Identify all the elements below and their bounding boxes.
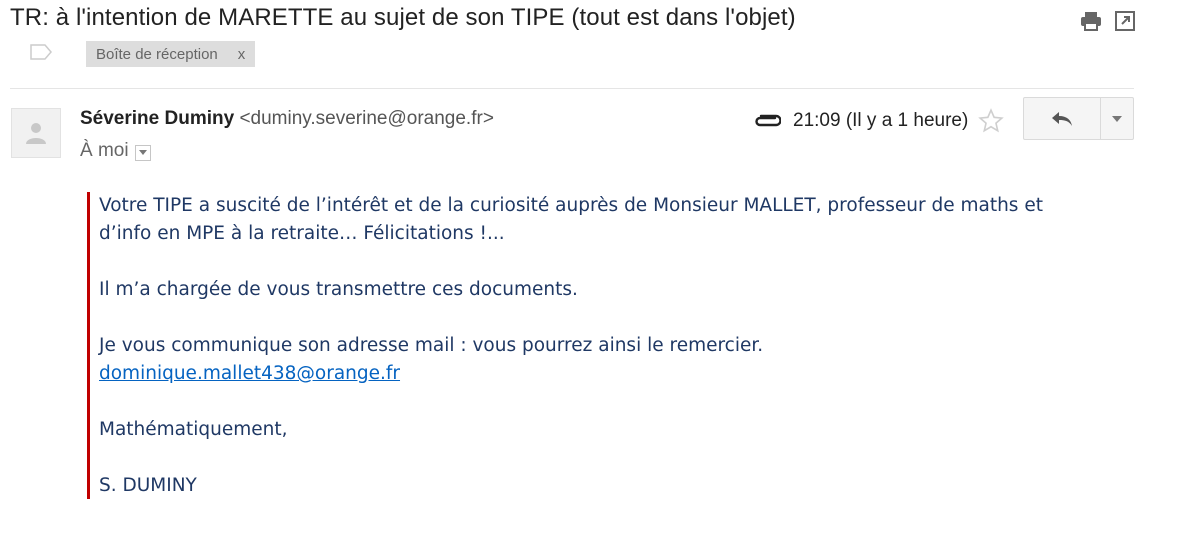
quote-bar <box>87 192 90 499</box>
star-icon[interactable] <box>978 108 1005 134</box>
body-paragraph: Mathématiquement, <box>99 419 288 440</box>
body-paragraph: Je vous communique son adresse mail : vo… <box>99 335 764 356</box>
paperclip-icon <box>753 113 781 129</box>
recipient-line: À moi <box>80 140 151 162</box>
avatar <box>11 108 61 158</box>
inbox-label-chip: Boîte de réception x <box>86 41 256 67</box>
person-icon <box>26 123 46 144</box>
sender-line: Séverine Duminy <duminy.severine@orange.… <box>80 108 494 130</box>
chevron-down-icon <box>1112 115 1122 122</box>
recipient-label: À moi <box>80 140 129 161</box>
signature: S. DUMINY <box>99 475 197 496</box>
details-dropdown-button[interactable] <box>134 144 151 161</box>
reply-icon <box>1052 111 1072 126</box>
chevron-down-icon <box>138 150 147 155</box>
print-icon[interactable] <box>1080 10 1102 32</box>
email-subject: TR: à l'intention de MARETTE au sujet de… <box>10 4 796 31</box>
sender-email: <duminy.severine@orange.fr> <box>239 108 494 129</box>
new-window-icon[interactable] <box>1114 10 1136 32</box>
email-link[interactable]: dominique.mallet438@orange.fr <box>99 363 400 384</box>
message-meta: 21:09 (Il y a 1 heure) <box>753 108 1005 134</box>
message-body: Votre TIPE a suscité de l’intérêt et de … <box>99 192 1059 500</box>
sender-name[interactable]: Séverine Duminy <box>80 108 234 129</box>
reply-button[interactable] <box>1024 98 1101 139</box>
label-icon[interactable] <box>30 44 52 60</box>
body-paragraph: Il m’a chargée de vous transmettre ces d… <box>99 279 578 300</box>
divider <box>10 88 1134 89</box>
more-actions-button[interactable] <box>1101 98 1133 139</box>
message-time: 21:09 (Il y a 1 heure) <box>793 110 969 131</box>
remove-label-button[interactable]: x <box>238 46 246 63</box>
body-paragraph: Votre TIPE a suscité de l’intérêt et de … <box>99 195 1043 244</box>
top-actions <box>1080 10 1136 32</box>
reply-button-group <box>1023 97 1134 140</box>
label-text: Boîte de réception <box>96 45 218 63</box>
